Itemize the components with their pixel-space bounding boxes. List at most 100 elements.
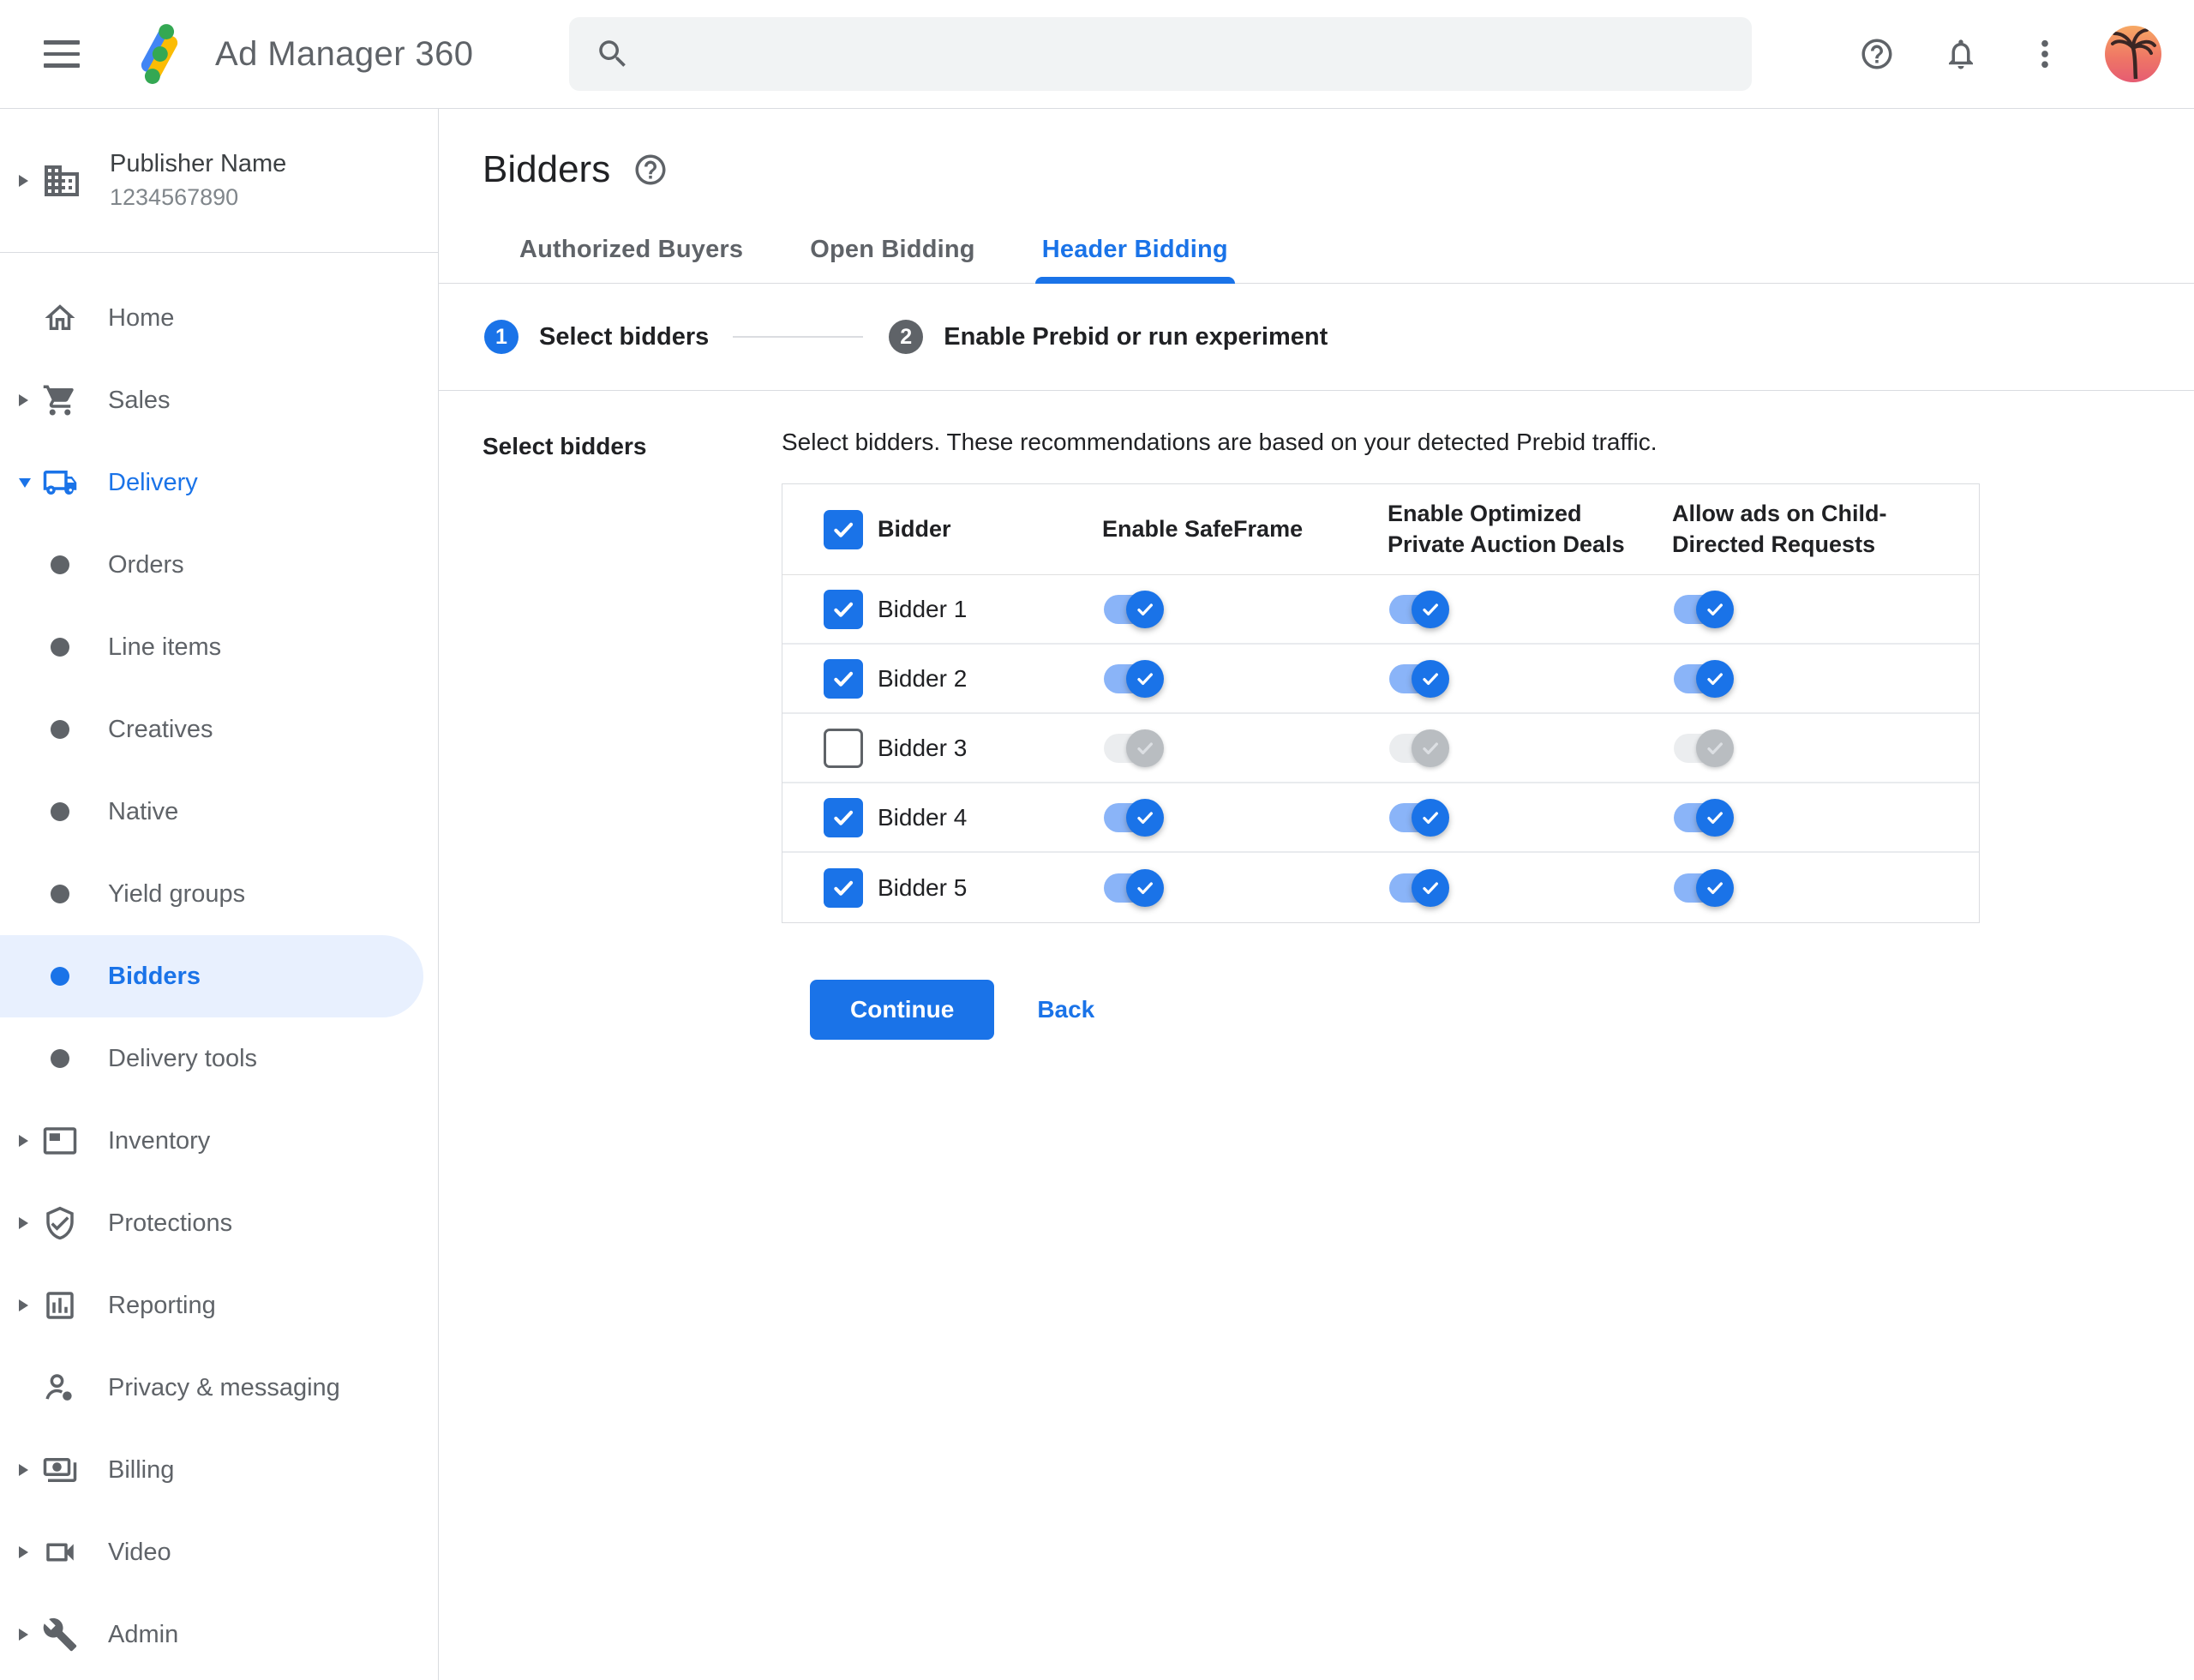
search-icon: [599, 40, 626, 67]
sidebar-item-protections[interactable]: Protections: [0, 1182, 438, 1264]
bar-chart-icon: [41, 1287, 79, 1324]
chevron-down-icon: [19, 477, 31, 488]
safeframe-toggle[interactable]: [1104, 868, 1164, 908]
continue-button[interactable]: Continue: [810, 980, 995, 1040]
step-connector: [733, 336, 864, 338]
bidder-row-checkbox[interactable]: [824, 867, 863, 908]
chevron-right-icon: [19, 174, 28, 187]
account-avatar[interactable]: [2105, 26, 2161, 82]
step-label: Enable Prebid or run experiment: [944, 322, 1328, 351]
sidebar-item-line-items[interactable]: Line items: [0, 606, 438, 688]
bidder-name: Bidder 4: [878, 803, 968, 831]
column-header-child-directed: Allow ads on Child-Directed Requests: [1672, 500, 1887, 557]
bidder-row-checkbox[interactable]: [824, 589, 863, 629]
sidebar-item-sales[interactable]: Sales: [0, 359, 438, 441]
chevron-right-icon: [19, 394, 28, 406]
search-bar[interactable]: [569, 17, 1753, 91]
tab-open-bidding[interactable]: Open Bidding: [808, 236, 977, 283]
safeframe-toggle[interactable]: [1104, 590, 1164, 629]
step-enable-prebid: 2 Enable Prebid or run experiment: [889, 320, 1328, 354]
safeframe-toggle[interactable]: [1104, 729, 1164, 768]
table-row: Bidder 2: [782, 645, 1979, 714]
videocam-icon: [41, 1533, 79, 1571]
child-directed-toggle[interactable]: [1674, 868, 1734, 908]
more-options-icon[interactable]: [2026, 35, 2064, 73]
chevron-right-icon: [19, 1299, 28, 1311]
optimized-deals-toggle[interactable]: [1389, 729, 1449, 768]
sidebar-item-reporting[interactable]: Reporting: [0, 1264, 438, 1347]
publisher-switcher[interactable]: Publisher Name 1234567890: [0, 109, 438, 253]
sidebar-item-home[interactable]: Home: [0, 277, 438, 359]
chevron-right-icon: [19, 1135, 28, 1147]
sidebar-item-privacy-messaging[interactable]: Privacy & messaging: [0, 1347, 438, 1429]
tab-bar: Authorized Buyers Open Bidding Header Bi…: [439, 236, 2194, 284]
wrench-icon: [41, 1616, 79, 1653]
child-directed-toggle[interactable]: [1674, 590, 1734, 629]
publisher-name: Publisher Name: [110, 150, 287, 177]
person-badge-icon: [41, 1369, 79, 1407]
tab-header-bidding[interactable]: Header Bidding: [1034, 236, 1235, 284]
bidder-table-body: Bidder 1 Bidder 2 Bidder 3 Bidder 4 Bidd…: [782, 575, 1979, 922]
bidder-name: Bidder 1: [878, 595, 968, 622]
search-input[interactable]: [648, 39, 1727, 69]
sidebar-nav: Home Sales Delivery Orders Line items Cr…: [0, 253, 438, 1676]
sidebar-item-orders[interactable]: Orders: [0, 524, 438, 606]
sidebar-item-native[interactable]: Native: [0, 771, 438, 853]
shield-check-icon: [41, 1204, 79, 1242]
sidebar-item-delivery[interactable]: Delivery: [0, 441, 438, 524]
step-label: Select bidders: [539, 322, 710, 351]
sidebar-item-inventory[interactable]: Inventory: [0, 1100, 438, 1182]
sidebar-item-bidders[interactable]: Bidders: [0, 935, 423, 1017]
bullet-icon: [41, 711, 79, 748]
shopping-cart-icon: [41, 381, 79, 419]
child-directed-toggle[interactable]: [1674, 729, 1734, 768]
bidder-row-checkbox[interactable]: [824, 797, 863, 837]
bidder-name: Bidder 2: [878, 664, 968, 692]
column-header-bidder: Bidder: [878, 516, 951, 542]
step-select-bidders: 1 Select bidders: [484, 320, 709, 354]
table-header-row: Bidder Enable SafeFrame Enable Optimized…: [782, 484, 1979, 575]
ad-manager-logo: [126, 21, 193, 87]
sidebar-item-yield-groups[interactable]: Yield groups: [0, 853, 438, 935]
publisher-account-id: 1234567890: [110, 184, 239, 210]
select-all-checkbox[interactable]: [824, 509, 863, 549]
home-icon: [41, 299, 79, 337]
sidebar-item-video[interactable]: Video: [0, 1511, 438, 1593]
bidders-table: Bidder Enable SafeFrame Enable Optimized…: [782, 483, 1980, 923]
page-help-icon[interactable]: [632, 152, 668, 188]
step-number: 1: [484, 320, 519, 354]
bidder-row-checkbox[interactable]: [824, 728, 863, 768]
optimized-deals-toggle[interactable]: [1389, 868, 1449, 908]
notifications-icon[interactable]: [1942, 35, 1980, 73]
safeframe-toggle[interactable]: [1104, 659, 1164, 699]
stepper: 1 Select bidders 2 Enable Prebid or run …: [439, 284, 2194, 391]
sidebar-item-admin[interactable]: Admin: [0, 1593, 438, 1676]
bullet-icon: [41, 1040, 79, 1077]
help-icon[interactable]: [1858, 35, 1896, 73]
section-label: Select bidders: [483, 433, 647, 459]
payments-icon: [41, 1451, 79, 1489]
optimized-deals-toggle[interactable]: [1389, 590, 1449, 629]
table-row: Bidder 1: [782, 575, 1979, 645]
optimized-deals-toggle[interactable]: [1389, 798, 1449, 837]
page-title: Bidders: [483, 148, 611, 190]
building-icon: [41, 160, 82, 201]
safeframe-toggle[interactable]: [1104, 798, 1164, 837]
tab-authorized-buyers[interactable]: Authorized Buyers: [518, 236, 745, 283]
child-directed-toggle[interactable]: [1674, 798, 1734, 837]
back-button[interactable]: Back: [1037, 996, 1094, 1023]
table-row: Bidder 4: [782, 783, 1979, 853]
menu-icon[interactable]: [44, 36, 80, 72]
chevron-right-icon: [19, 1217, 28, 1229]
child-directed-toggle[interactable]: [1674, 659, 1734, 699]
sidebar-item-creatives[interactable]: Creatives: [0, 688, 438, 771]
sidebar-item-billing[interactable]: Billing: [0, 1429, 438, 1511]
step-number: 2: [889, 320, 924, 354]
chevron-right-icon: [19, 1546, 28, 1558]
optimized-deals-toggle[interactable]: [1389, 659, 1449, 699]
inventory-icon: [41, 1122, 79, 1160]
sidebar-item-delivery-tools[interactable]: Delivery tools: [0, 1017, 438, 1100]
table-row: Bidder 3: [782, 714, 1979, 783]
bidder-row-checkbox[interactable]: [824, 658, 863, 699]
truck-icon: [41, 464, 79, 501]
